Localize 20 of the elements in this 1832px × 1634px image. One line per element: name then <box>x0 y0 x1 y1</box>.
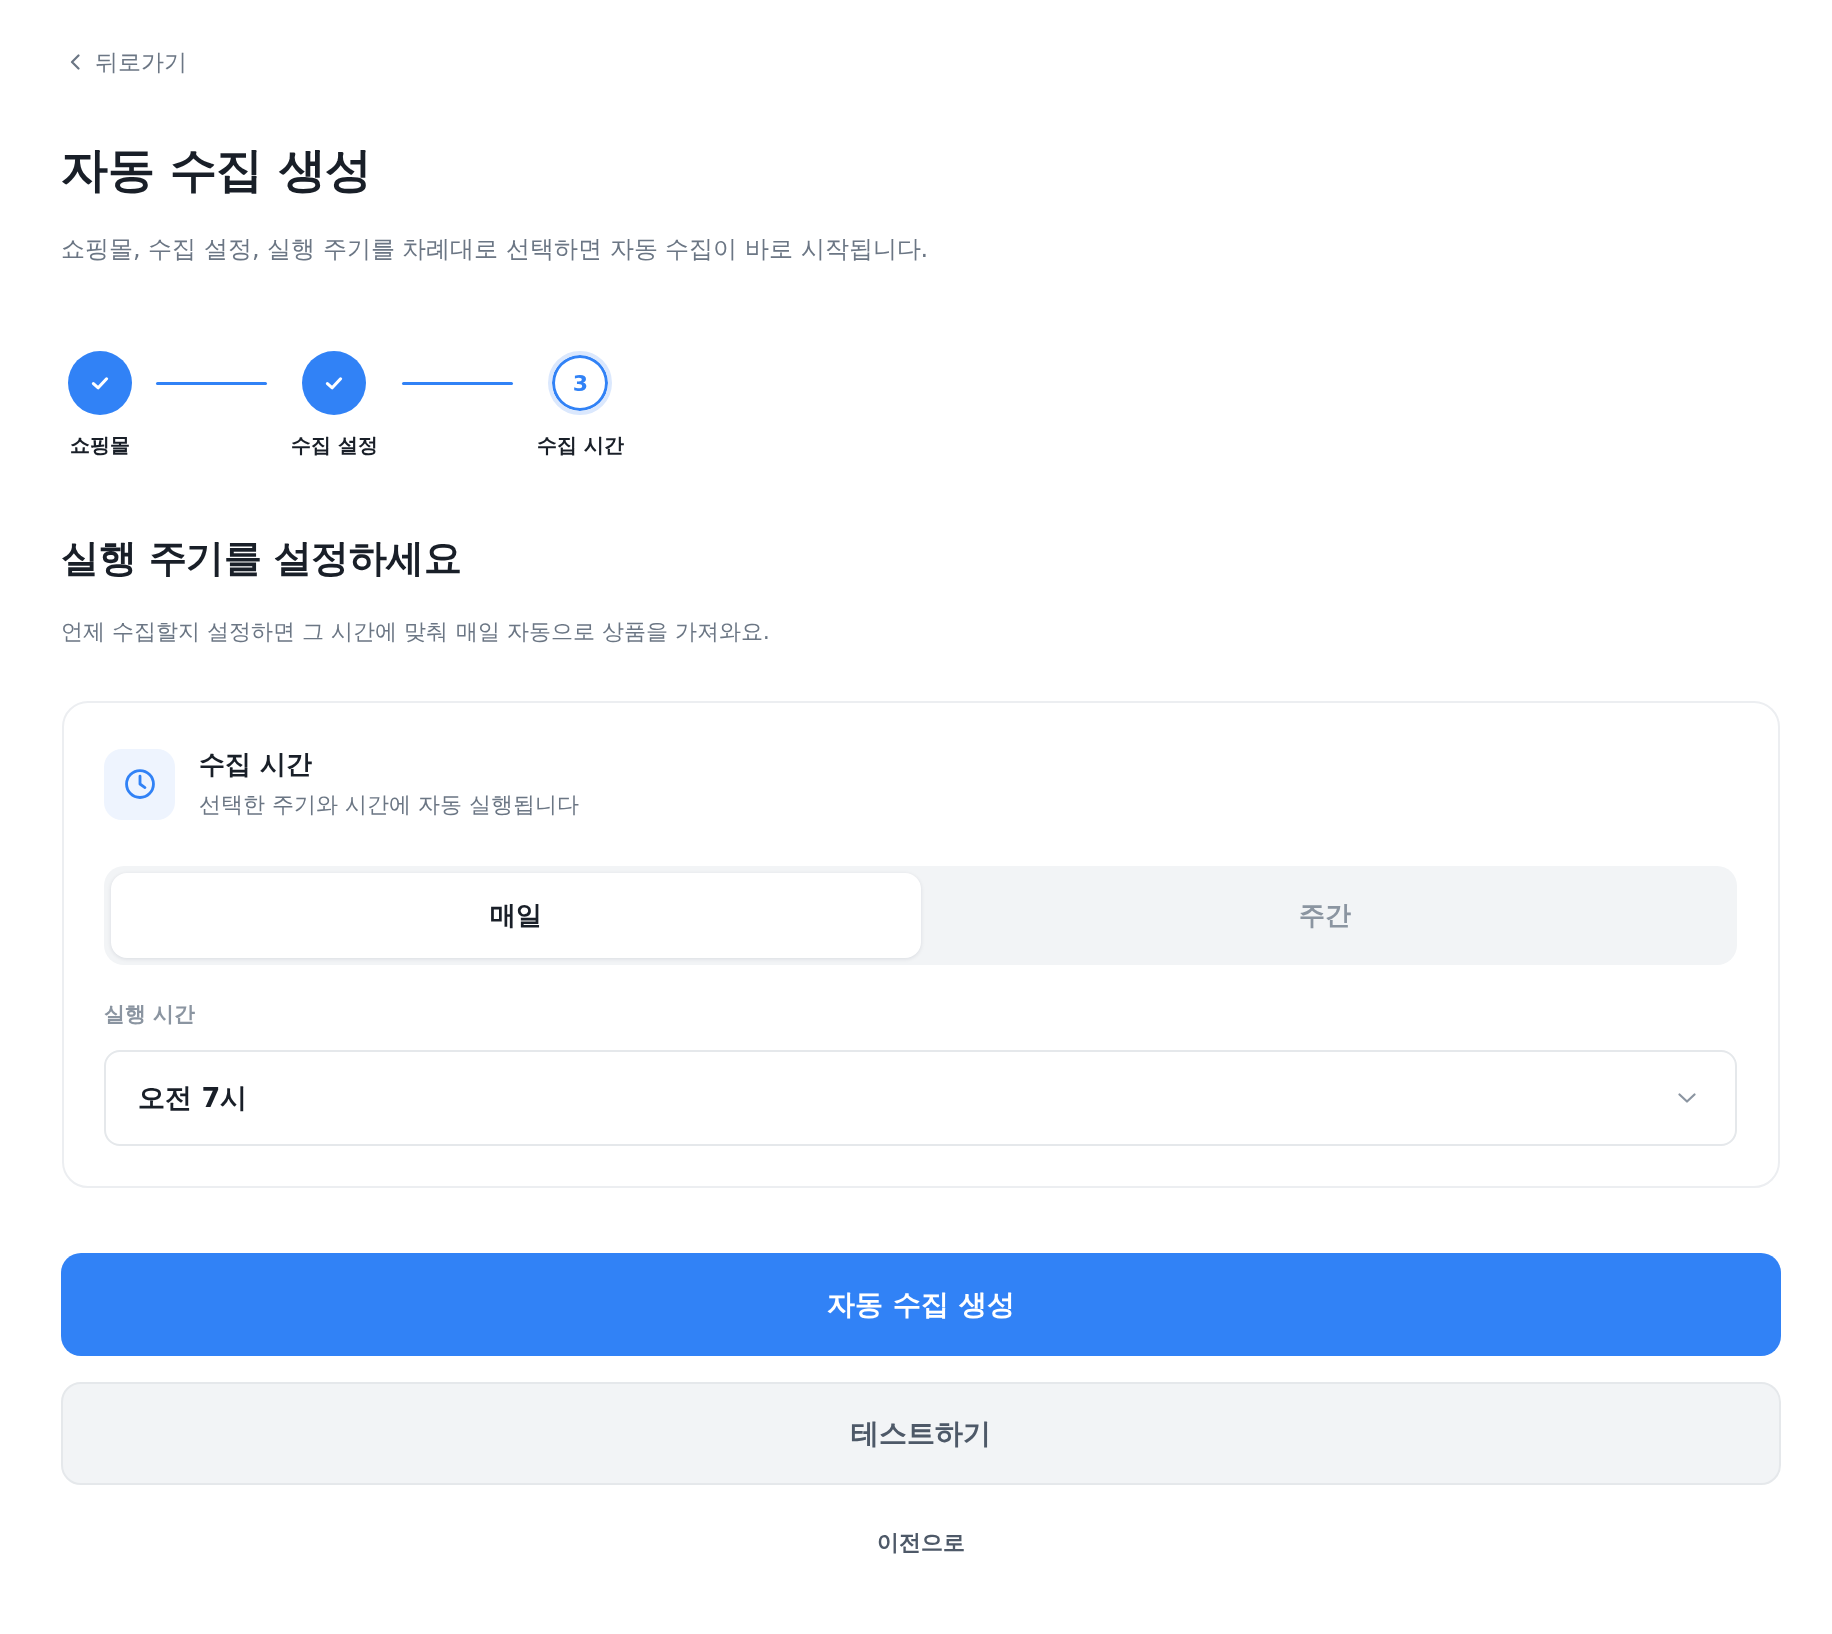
previous-button[interactable]: 이전으로 <box>869 1524 973 1562</box>
card-title: 수집 시간 <box>199 748 313 780</box>
step-label: 수집 설정 <box>291 432 378 459</box>
field-label: 실행 시간 <box>104 1001 196 1028</box>
page-title: 자동 수집 생성 <box>61 142 372 198</box>
back-link[interactable]: 뒤로가기 <box>70 46 187 78</box>
create-button[interactable]: 자동 수집 생성 <box>61 1253 1781 1356</box>
chevron-down-icon <box>1678 1093 1696 1103</box>
step-label: 쇼핑몰 <box>70 432 130 459</box>
time-select[interactable]: 오전 7시 <box>104 1050 1737 1146</box>
step-number: 3 <box>548 351 613 415</box>
chevron-left-icon <box>70 54 80 70</box>
test-button[interactable]: 테스트하기 <box>61 1382 1781 1485</box>
section-title: 실행 주기를 설정하세요 <box>61 535 462 582</box>
period-tab[interactable]: 매일 <box>111 873 921 958</box>
step-label: 수집 시간 <box>536 432 624 459</box>
clock-icon <box>104 748 175 820</box>
page-description: 쇼핑몰, 수집 설정, 실행 주기를 차례대로 선택하면 자동 수집이 바로 시작됩니다. <box>61 234 929 265</box>
card-subtitle: 선택한 주기와 시간에 자동 실행됩니다 <box>199 791 579 819</box>
section-description: 언제 수집할지 설정하면 그 시간에 맞춰 매일 자동으로 상품을 가져와요. <box>61 617 770 646</box>
